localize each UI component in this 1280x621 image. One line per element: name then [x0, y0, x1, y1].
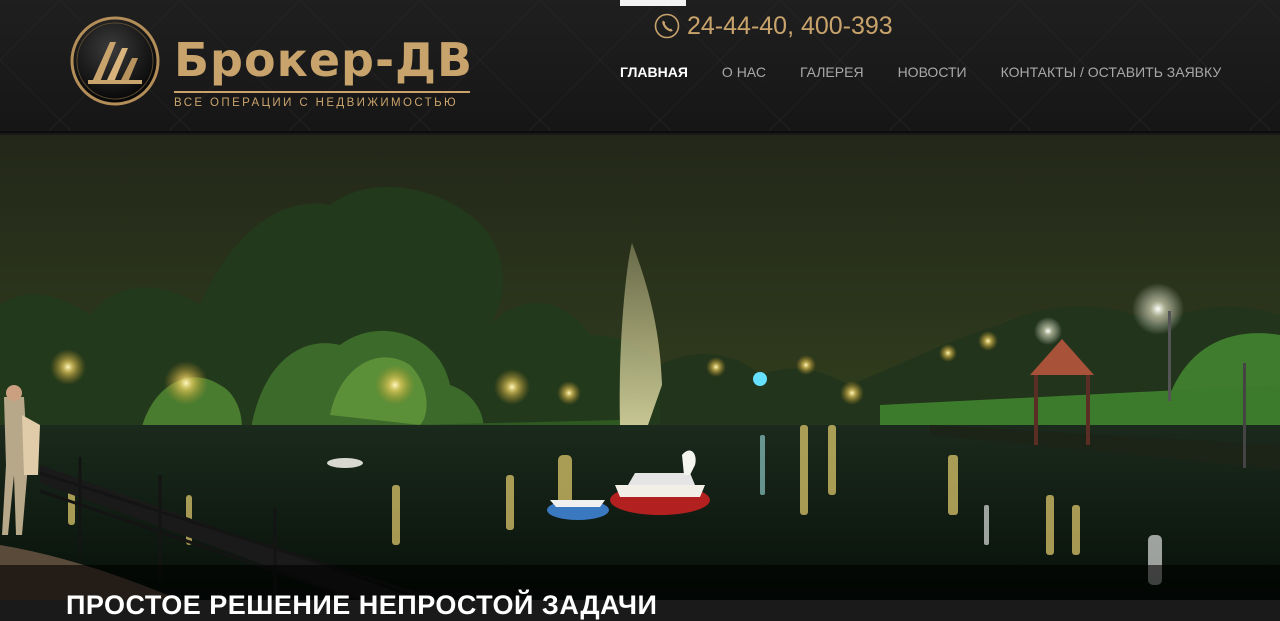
- nav-item-contacts[interactable]: КОНТАКТЫ / ОСТАВИТЬ ЗАЯВКУ: [1001, 64, 1222, 80]
- main-nav: ГЛАВНАЯ О НАС ГАЛЕРЕЯ НОВОСТИ КОНТАКТЫ /…: [620, 60, 1221, 84]
- nav-item-gallery[interactable]: ГАЛЕРЕЯ: [800, 64, 864, 80]
- nav-item-news[interactable]: НОВОСТИ: [898, 64, 967, 80]
- phone-number: 24-44-40, 400-393: [687, 11, 893, 40]
- phone-contact[interactable]: 24-44-40, 400-393: [654, 10, 893, 42]
- hero-image: [0, 135, 1280, 600]
- site-logo[interactable]: Брокер-ДВ ВСЕ ОПЕРАЦИИ С НЕДВИЖИМОСТЬЮ: [70, 14, 480, 114]
- top-tab[interactable]: [620, 0, 686, 6]
- hero-caption: ПРОСТОЕ РЕШЕНИЕ НЕПРОСТОЙ ЗАДАЧИ: [66, 590, 658, 620]
- brand-tagline: ВСЕ ОПЕРАЦИИ С НЕДВИЖИМОСТЬЮ: [174, 97, 459, 109]
- site-header: Брокер-ДВ ВСЕ ОПЕРАЦИИ С НЕДВИЖИМОСТЬЮ 2…: [0, 0, 1280, 133]
- nav-item-home[interactable]: ГЛАВНАЯ: [620, 64, 688, 80]
- nav-item-about[interactable]: О НАС: [722, 64, 766, 80]
- brand-underline: [174, 91, 470, 93]
- brand-name: Брокер-ДВ: [174, 33, 474, 87]
- hero-slider: [0, 135, 1280, 600]
- phone-icon: [654, 13, 680, 39]
- logo-emblem-icon: [70, 16, 160, 106]
